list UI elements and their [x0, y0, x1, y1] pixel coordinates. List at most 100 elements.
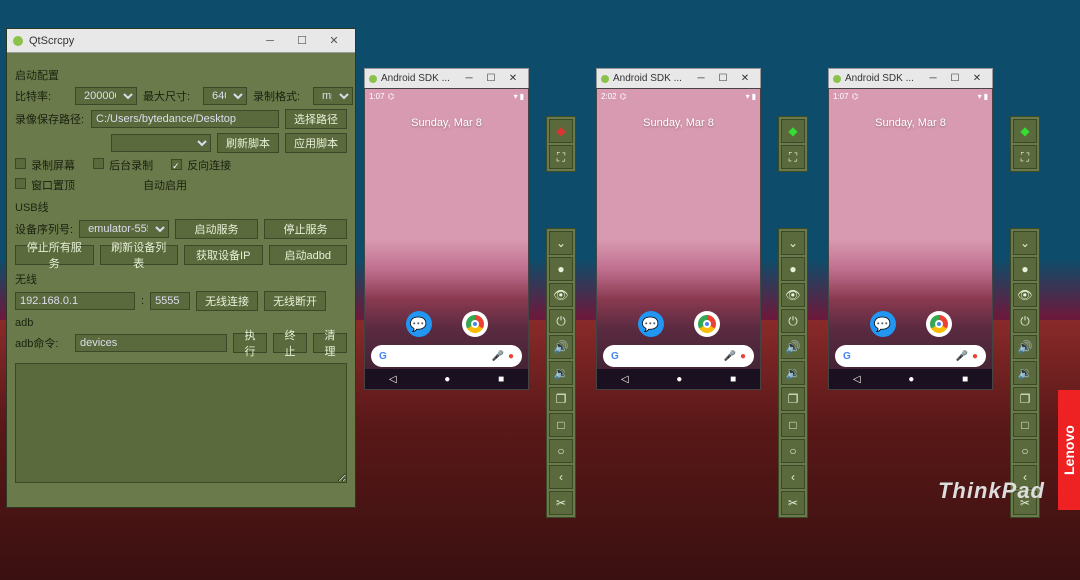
circle-icon[interactable]: ●: [781, 257, 805, 281]
minimize-button[interactable]: ─: [255, 32, 285, 50]
background-record-checkbox[interactable]: [93, 158, 104, 169]
volume-down-icon[interactable]: 🔉: [549, 361, 573, 385]
recents-button[interactable]: ■: [498, 374, 504, 385]
refresh-devices-button[interactable]: 刷新设备列表: [100, 245, 179, 265]
maximize-button[interactable]: ☐: [287, 32, 317, 50]
expand-icon[interactable]: ⌄: [1013, 231, 1037, 255]
pin-icon[interactable]: ◆: [781, 119, 805, 143]
volume-up-icon[interactable]: 🔊: [781, 335, 805, 359]
messages-app-icon[interactable]: 💬: [406, 311, 432, 337]
maxsize-combo[interactable]: 640: [203, 87, 247, 105]
circle-icon[interactable]: ●: [1013, 257, 1037, 281]
minimize-button[interactable]: ─: [458, 71, 480, 87]
eye-off-icon[interactable]: 👁: [781, 283, 805, 307]
screenshot-icon[interactable]: ✂: [781, 491, 805, 515]
pin-icon[interactable]: ◆: [1013, 119, 1037, 143]
wireless-port-input[interactable]: [150, 292, 190, 310]
phone2-titlebar[interactable]: Android SDK ... ─☐✕: [596, 68, 761, 88]
recents-button[interactable]: ■: [962, 374, 968, 385]
multi-window-icon[interactable]: ❐: [1013, 387, 1037, 411]
maximize-button[interactable]: ☐: [712, 71, 734, 87]
home-button[interactable]: ●: [444, 374, 450, 385]
home-icon[interactable]: ○: [781, 439, 805, 463]
close-button[interactable]: ✕: [734, 71, 756, 87]
phone3-screen[interactable]: 1:07 ⌬ ▾▮ Sunday, Mar 8 💬 G 🎤 ● ◁ ● ■: [828, 88, 993, 390]
refresh-script-button[interactable]: 刷新脚本: [217, 133, 279, 153]
window-top-checkbox[interactable]: [15, 178, 26, 189]
power-icon[interactable]: ⏻: [781, 309, 805, 333]
wifi-connect-button[interactable]: 无线连接: [196, 291, 258, 311]
chrome-app-icon[interactable]: [462, 311, 488, 337]
stop-service-button[interactable]: 停止服务: [264, 219, 347, 239]
circle-icon[interactable]: ●: [549, 257, 573, 281]
get-ip-button[interactable]: 获取设备IP: [184, 245, 263, 265]
start-adbd-button[interactable]: 启动adbd: [269, 245, 348, 265]
square-icon[interactable]: □: [1013, 413, 1037, 437]
maximize-button[interactable]: ☐: [480, 71, 502, 87]
power-icon[interactable]: ⏻: [1013, 309, 1037, 333]
home-button[interactable]: ●: [908, 374, 914, 385]
serial-combo[interactable]: emulator-5556: [79, 220, 169, 238]
pin-icon[interactable]: ◆: [549, 119, 573, 143]
back-button[interactable]: ◁: [853, 374, 861, 385]
execute-button[interactable]: 执行: [233, 333, 267, 353]
multi-window-icon[interactable]: ❐: [549, 387, 573, 411]
wifi-disconnect-button[interactable]: 无线断开: [264, 291, 326, 311]
google-searchbar[interactable]: G 🎤 ●: [603, 345, 754, 367]
close-button[interactable]: ✕: [319, 32, 349, 50]
back-button[interactable]: ◁: [389, 374, 397, 385]
messages-app-icon[interactable]: 💬: [638, 311, 664, 337]
power-icon[interactable]: ⏻: [549, 309, 573, 333]
expand-icon[interactable]: ⌄: [549, 231, 573, 255]
phone1-screen[interactable]: 1:07 ⌬ ▾▮ Sunday, Mar 8 💬 G 🎤 ● ◁ ● ■: [364, 88, 529, 390]
multi-window-icon[interactable]: ❐: [781, 387, 805, 411]
volume-up-icon[interactable]: 🔊: [1013, 335, 1037, 359]
volume-up-icon[interactable]: 🔊: [549, 335, 573, 359]
recents-button[interactable]: ■: [730, 374, 736, 385]
fullscreen-icon[interactable]: ⛶: [1013, 145, 1037, 169]
bitrate-combo[interactable]: 2000000: [75, 87, 137, 105]
home-button[interactable]: ●: [676, 374, 682, 385]
terminate-button[interactable]: 终止: [273, 333, 307, 353]
messages-app-icon[interactable]: 💬: [870, 311, 896, 337]
expand-icon[interactable]: ⌄: [781, 231, 805, 255]
record-screen-checkbox[interactable]: [15, 158, 26, 169]
close-button[interactable]: ✕: [966, 71, 988, 87]
script-combo[interactable]: [111, 134, 211, 152]
phone2-screen[interactable]: 2:02 ⌬ ▾▮ Sunday, Mar 8 💬 G 🎤 ● ◁ ● ■: [596, 88, 761, 390]
screenshot-icon[interactable]: ✂: [549, 491, 573, 515]
clear-button[interactable]: 清理: [313, 333, 347, 353]
square-icon[interactable]: □: [781, 413, 805, 437]
adb-output[interactable]: [15, 363, 347, 483]
back-icon[interactable]: ‹: [549, 465, 573, 489]
phone3-titlebar[interactable]: Android SDK ... ─☐✕: [828, 68, 993, 88]
minimize-button[interactable]: ─: [922, 71, 944, 87]
recordpath-input[interactable]: [91, 110, 279, 128]
qtscrcpy-titlebar[interactable]: QtScrcpy ─ ☐ ✕: [7, 29, 355, 53]
wireless-ip-input[interactable]: [15, 292, 135, 310]
phone1-titlebar[interactable]: Android SDK ... ─☐✕: [364, 68, 529, 88]
maximize-button[interactable]: ☐: [944, 71, 966, 87]
eye-off-icon[interactable]: 👁: [549, 283, 573, 307]
eye-off-icon[interactable]: 👁: [1013, 283, 1037, 307]
chrome-app-icon[interactable]: [694, 311, 720, 337]
reverse-connect-checkbox[interactable]: [171, 159, 182, 170]
back-icon[interactable]: ‹: [781, 465, 805, 489]
fullscreen-icon[interactable]: ⛶: [781, 145, 805, 169]
volume-down-icon[interactable]: 🔉: [781, 361, 805, 385]
close-button[interactable]: ✕: [502, 71, 524, 87]
google-searchbar[interactable]: G 🎤 ●: [371, 345, 522, 367]
start-service-button[interactable]: 启动服务: [175, 219, 258, 239]
stop-all-button[interactable]: 停止所有服务: [15, 245, 94, 265]
volume-down-icon[interactable]: 🔉: [1013, 361, 1037, 385]
home-icon[interactable]: ○: [1013, 439, 1037, 463]
recordfmt-combo[interactable]: mp4: [313, 87, 353, 105]
choose-path-button[interactable]: 选择路径: [285, 109, 347, 129]
chrome-app-icon[interactable]: [926, 311, 952, 337]
square-icon[interactable]: □: [549, 413, 573, 437]
google-searchbar[interactable]: G 🎤 ●: [835, 345, 986, 367]
apply-script-button[interactable]: 应用脚本: [285, 133, 347, 153]
adb-cmd-input[interactable]: [75, 334, 227, 352]
fullscreen-icon[interactable]: ⛶: [549, 145, 573, 169]
home-icon[interactable]: ○: [549, 439, 573, 463]
